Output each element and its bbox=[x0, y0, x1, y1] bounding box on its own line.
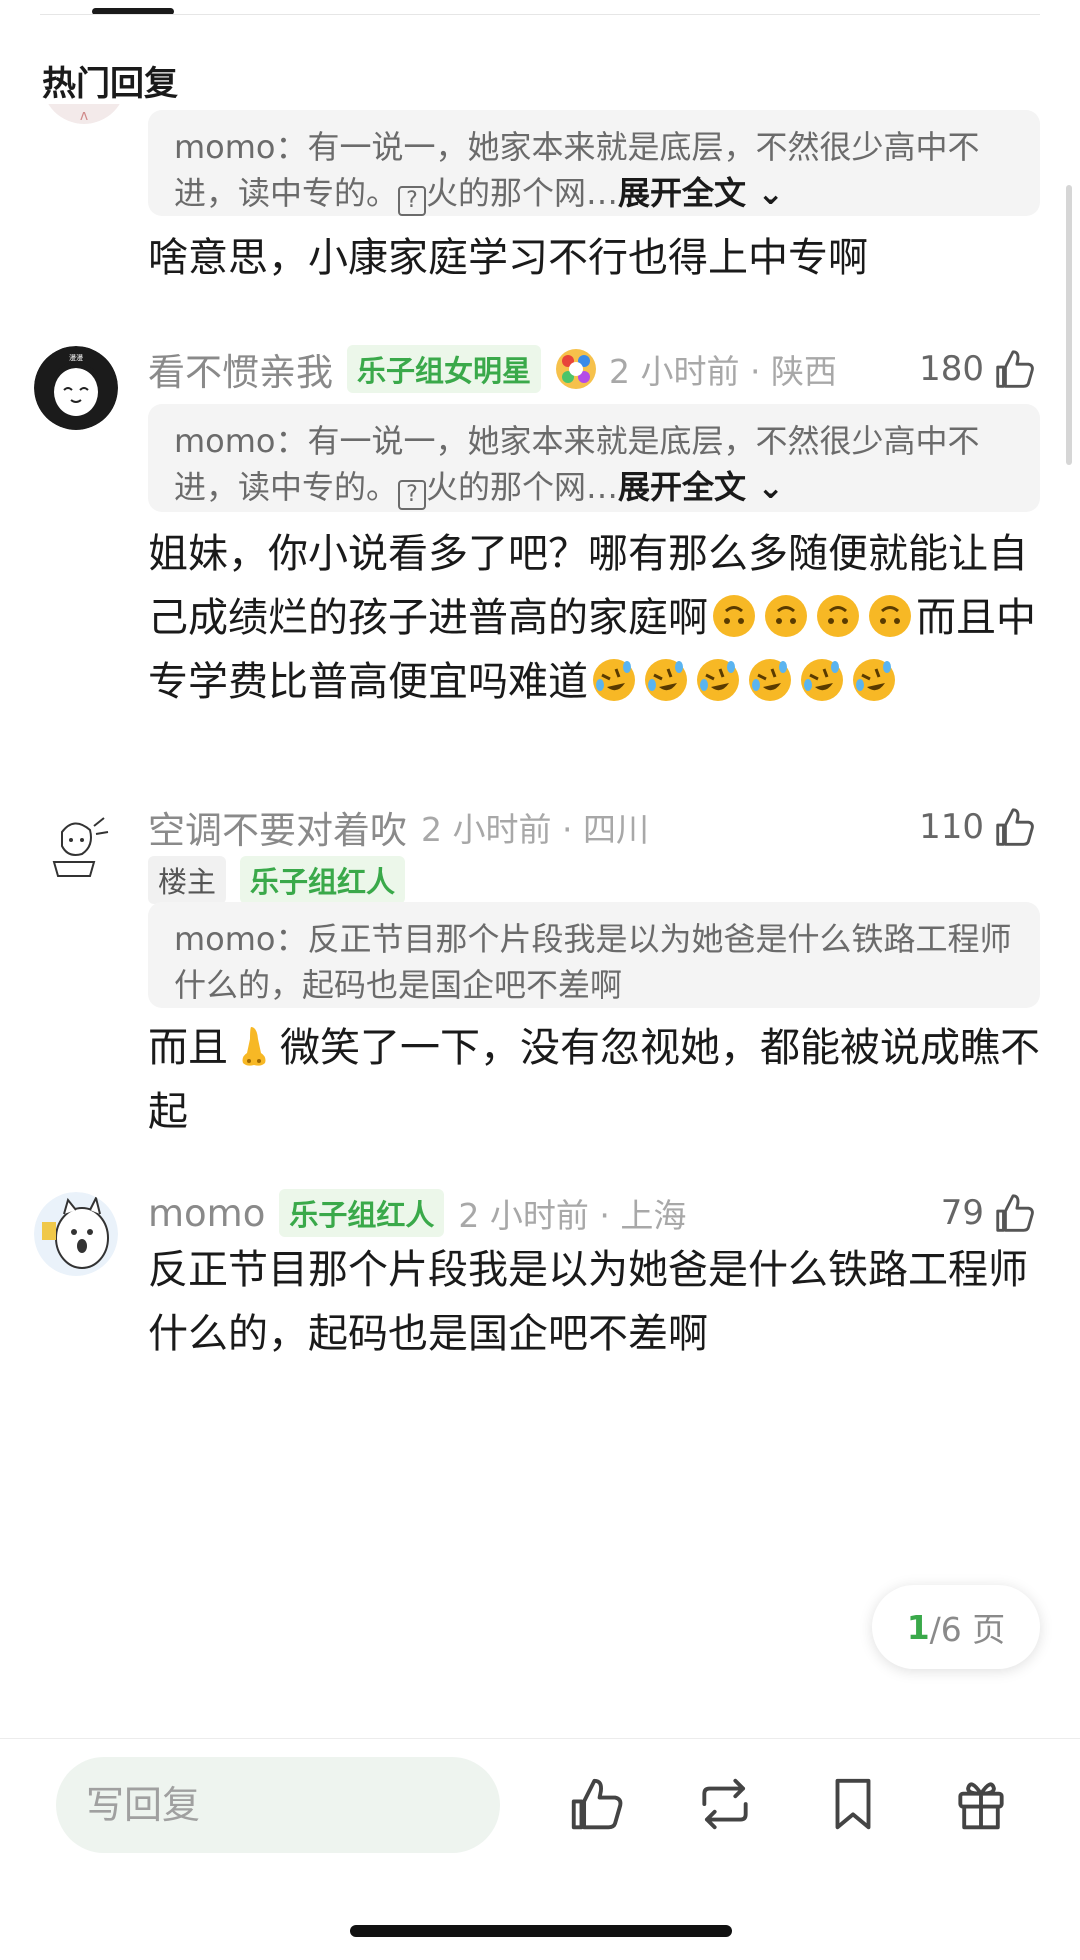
quoted-reply[interactable]: momo：有一说一，她家本来就是底层，不然很少高中不进，读中专的。? 火的那个网…… bbox=[148, 110, 1040, 216]
rolling-laughing-emoji bbox=[749, 659, 791, 701]
group-badge[interactable]: 乐子组红人 bbox=[240, 856, 406, 904]
thumb-up-icon bbox=[996, 350, 1034, 388]
home-indicator[interactable] bbox=[350, 1925, 732, 1937]
like-post-button[interactable] bbox=[562, 1769, 632, 1839]
comment-body: 姐妹，你小说看多了吧？哪有那么多随便就能让自己成绩烂的孩子进普高的家庭啊 而且中专… bbox=[148, 531, 1036, 705]
username[interactable]: momo bbox=[148, 1192, 265, 1235]
upside-down-face-emoji bbox=[713, 595, 755, 637]
thumb-up-icon bbox=[996, 1194, 1034, 1232]
nose-emoji bbox=[242, 1027, 266, 1066]
scrollbar[interactable] bbox=[1066, 185, 1072, 465]
bookmark-button[interactable] bbox=[818, 1769, 888, 1839]
reply-input[interactable] bbox=[56, 1757, 500, 1853]
like-count: 110 bbox=[919, 807, 984, 847]
section-title: 热门回复 bbox=[42, 64, 178, 104]
thumb-up-icon bbox=[996, 808, 1034, 846]
svg-text:漫漫: 漫漫 bbox=[69, 353, 83, 362]
repost-icon bbox=[702, 1778, 748, 1830]
gift-button[interactable] bbox=[946, 1769, 1016, 1839]
like-button[interactable]: 79 bbox=[941, 1190, 1038, 1236]
upside-down-face-emoji bbox=[765, 595, 807, 637]
bottom-action-bar bbox=[0, 1738, 1080, 1960]
top-divider bbox=[40, 14, 1040, 15]
thumb-up-icon bbox=[571, 1778, 623, 1830]
rolling-laughing-emoji bbox=[645, 659, 687, 701]
username[interactable]: 空调不要对着吹 bbox=[148, 800, 407, 854]
comment-header: 看不惯亲我 乐子组女明星 2 小时前 · 陕西 bbox=[148, 344, 1040, 394]
upside-down-face-emoji bbox=[817, 595, 859, 637]
like-button[interactable]: 110 bbox=[919, 804, 1038, 850]
total-pages: /6 页 bbox=[929, 1610, 1006, 1649]
image-placeholder-icon: ? bbox=[398, 186, 427, 216]
expand-full-text-link[interactable]: 展开全文 ⌄ bbox=[618, 174, 784, 212]
comment-body: 而且 微笑了一下，没有忽视她，都能被说成瞧不起 bbox=[148, 1025, 1040, 1135]
rolling-laughing-emoji bbox=[697, 659, 739, 701]
svg-text:ʌ: ʌ bbox=[80, 108, 88, 124]
bookmark-icon bbox=[835, 1778, 871, 1830]
rolling-laughing-emoji bbox=[801, 659, 843, 701]
rolling-laughing-emoji bbox=[853, 659, 895, 701]
op-badge: 楼主 bbox=[148, 856, 227, 904]
rolling-laughing-emoji bbox=[593, 659, 635, 701]
group-badge[interactable]: 乐子组女明星 bbox=[347, 345, 542, 393]
avatar[interactable] bbox=[34, 802, 118, 886]
username[interactable]: 看不惯亲我 bbox=[148, 342, 333, 396]
expand-full-text-link[interactable]: 展开全文 ⌄ bbox=[618, 468, 784, 506]
upside-down-face-emoji bbox=[869, 595, 911, 637]
comment-header: momo 乐子组红人 2 小时前 · 上海 bbox=[148, 1188, 1040, 1238]
current-page: 1 bbox=[906, 1607, 930, 1647]
badge-row: 楼主 乐子组红人 bbox=[148, 856, 419, 904]
time-location: 2 小时前 · 陕西 bbox=[609, 352, 837, 391]
like-count: 79 bbox=[940, 1193, 984, 1233]
comment-header: 空调不要对着吹 2 小时前 · 四川 bbox=[148, 802, 1040, 852]
medal-icon bbox=[555, 348, 597, 390]
like-button[interactable]: 180 bbox=[919, 346, 1038, 392]
avatar[interactable]: 漫漫 bbox=[34, 346, 118, 430]
avatar[interactable] bbox=[34, 1192, 118, 1276]
comment-body: 反正节目那个片段我是以为她爸是什么铁路工程师什么的，起码也是国企吧不差啊 bbox=[148, 1247, 1028, 1357]
quoted-reply[interactable]: momo：反正节目那个片段我是以为她爸是什么铁路工程师什么的，起码也是国企吧不差… bbox=[148, 902, 1040, 1008]
page-indicator[interactable]: 1/6 页 bbox=[872, 1585, 1040, 1669]
image-placeholder-icon: ? bbox=[398, 480, 427, 510]
time-location: 2 小时前 · 四川 bbox=[421, 810, 649, 849]
gift-icon bbox=[958, 1782, 1004, 1830]
comment-body: 啥意思，小康家庭学习不行也得上中专啊 bbox=[148, 235, 868, 281]
repost-button[interactable] bbox=[690, 1769, 760, 1839]
group-badge[interactable]: 乐子组红人 bbox=[279, 1189, 445, 1237]
like-count: 180 bbox=[919, 349, 984, 389]
quoted-reply[interactable]: momo：有一说一，她家本来就是底层，不然很少高中不进，读中专的。? 火的那个网…… bbox=[148, 404, 1040, 512]
time-location: 2 小时前 · 上海 bbox=[458, 1196, 687, 1235]
